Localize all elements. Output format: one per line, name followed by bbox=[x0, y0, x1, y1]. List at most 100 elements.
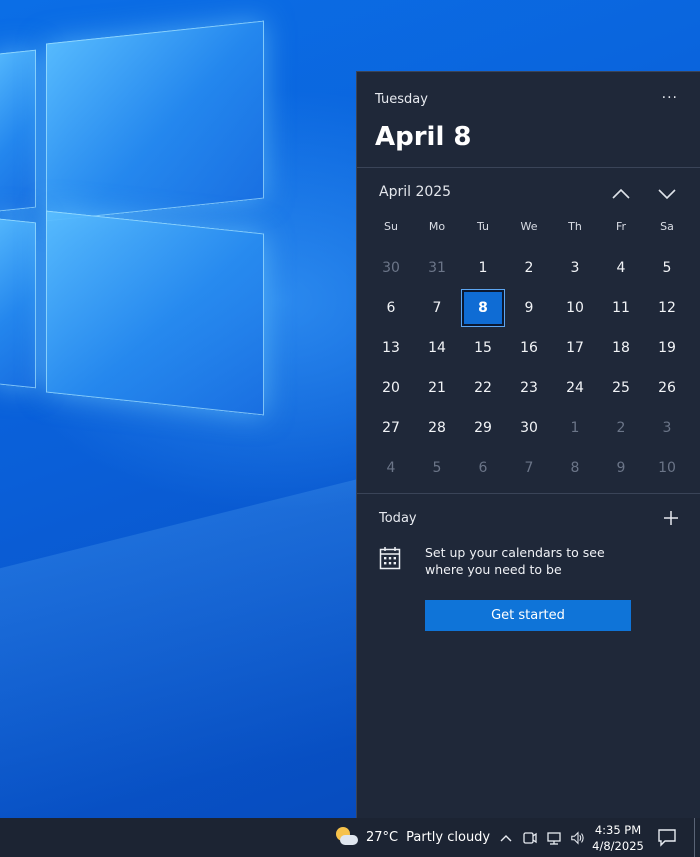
weather-widget[interactable]: 27°C Partly cloudy bbox=[334, 818, 490, 857]
calendar-day[interactable]: 6 bbox=[460, 448, 506, 488]
day-of-week-label: Mo bbox=[428, 220, 446, 233]
system-tray bbox=[498, 818, 586, 857]
calendar-day-today[interactable]: 8 bbox=[460, 288, 506, 328]
calendar-day[interactable]: 30 bbox=[368, 248, 414, 288]
calendar-day[interactable]: 11 bbox=[598, 288, 644, 328]
calendar-day[interactable]: 5 bbox=[414, 448, 460, 488]
calendar-day[interactable]: 10 bbox=[552, 288, 598, 328]
calendar-weeks: 30 31 1 2 3 4 5 6 7 8 9 10 11 12 13 14 15 16 17 18 19 20 21 22 2… bbox=[368, 248, 690, 488]
clock-date: 4/8/2025 bbox=[592, 839, 644, 853]
days-of-week-header: Su Mo Tu We Th Fr Sa bbox=[368, 220, 690, 242]
calendar-day[interactable]: 31 bbox=[414, 248, 460, 288]
action-center-button[interactable] bbox=[656, 827, 678, 847]
calendar-day-number: 13 bbox=[382, 340, 400, 356]
calendar-day-number: 7 bbox=[524, 460, 534, 476]
calendar-day[interactable]: 29 bbox=[460, 408, 506, 448]
calendar-week-row: 27 28 29 30 1 2 3 bbox=[368, 408, 690, 448]
calendar-day[interactable]: 16 bbox=[506, 328, 552, 368]
next-month-button[interactable] bbox=[655, 182, 679, 206]
calendar-day-number: 15 bbox=[474, 340, 492, 356]
more-options-button[interactable]: ··· bbox=[662, 90, 678, 106]
calendar-flyout: Tuesday ··· April 8 April 2025 Su Mo Tu We T… bbox=[356, 71, 700, 818]
calendar-day[interactable]: 18 bbox=[598, 328, 644, 368]
day-of-week-label: Sa bbox=[660, 220, 674, 233]
calendar-day[interactable]: 13 bbox=[368, 328, 414, 368]
calendar-day[interactable]: 20 bbox=[368, 368, 414, 408]
calendar-day[interactable]: 30 bbox=[506, 408, 552, 448]
calendar-day[interactable]: 2 bbox=[598, 408, 644, 448]
calendar-day[interactable]: 12 bbox=[644, 288, 690, 328]
add-event-button[interactable] bbox=[661, 508, 681, 528]
calendar-day[interactable]: 7 bbox=[414, 288, 460, 328]
calendar-day[interactable]: 10 bbox=[644, 448, 690, 488]
calendar-day[interactable]: 1 bbox=[460, 248, 506, 288]
calendar-day[interactable]: 19 bbox=[644, 328, 690, 368]
calendar-day[interactable]: 3 bbox=[644, 408, 690, 448]
calendar-day[interactable]: 26 bbox=[644, 368, 690, 408]
calendar-day[interactable]: 28 bbox=[414, 408, 460, 448]
windows-logo-pane-top-left bbox=[0, 49, 36, 213]
calendar-day-number: 5 bbox=[432, 460, 442, 476]
calendar-day[interactable]: 22 bbox=[460, 368, 506, 408]
calendar-day-number: 2 bbox=[616, 420, 626, 436]
calendar-day-number: 21 bbox=[428, 380, 446, 396]
calendar-icon bbox=[379, 546, 401, 570]
calendar-day[interactable]: 23 bbox=[506, 368, 552, 408]
calendar-day-number: 9 bbox=[524, 300, 534, 316]
calendar-day[interactable]: 17 bbox=[552, 328, 598, 368]
calendar-day-number: 24 bbox=[566, 380, 584, 396]
weather-condition: Partly cloudy bbox=[406, 830, 491, 845]
previous-month-button[interactable] bbox=[609, 182, 633, 206]
calendar-day[interactable]: 3 bbox=[552, 248, 598, 288]
calendar-day[interactable]: 6 bbox=[368, 288, 414, 328]
calendar-day-number: 10 bbox=[658, 460, 676, 476]
calendar-day[interactable]: 1 bbox=[552, 408, 598, 448]
month-year-label[interactable]: April 2025 bbox=[379, 184, 451, 200]
calendar-day[interactable]: 14 bbox=[414, 328, 460, 368]
calendar-day-number: 14 bbox=[428, 340, 446, 356]
calendar-day-number: 3 bbox=[662, 420, 672, 436]
weather-temperature: 27°C bbox=[366, 830, 399, 845]
calendar-day[interactable]: 9 bbox=[598, 448, 644, 488]
calendar-day[interactable]: 4 bbox=[368, 448, 414, 488]
volume-icon[interactable] bbox=[570, 830, 586, 846]
calendar-day[interactable]: 7 bbox=[506, 448, 552, 488]
calendar-day[interactable]: 21 bbox=[414, 368, 460, 408]
calendar-day[interactable]: 8 bbox=[552, 448, 598, 488]
calendar-day[interactable]: 9 bbox=[506, 288, 552, 328]
get-started-button[interactable]: Get started bbox=[425, 600, 631, 631]
calendar-day-number: 5 bbox=[662, 260, 672, 276]
taskbar-clock[interactable]: 4:35 PM 4/8/2025 bbox=[592, 822, 644, 854]
meet-now-icon[interactable] bbox=[522, 830, 538, 846]
calendar-day-number: 6 bbox=[386, 300, 396, 316]
calendar-day-number: 4 bbox=[386, 460, 396, 476]
show-hidden-icons-chevron-icon[interactable] bbox=[498, 830, 514, 846]
calendar-day[interactable]: 15 bbox=[460, 328, 506, 368]
calendar-day-number: 30 bbox=[382, 260, 400, 276]
network-icon[interactable] bbox=[546, 830, 562, 846]
calendar-grid: Su Mo Tu We Th Fr Sa 30 31 1 2 3 4 5 6 7 8 9 10 11 12 13 14 15… bbox=[368, 220, 690, 488]
show-desktop-button[interactable] bbox=[694, 818, 695, 857]
calendar-day-number: 18 bbox=[612, 340, 630, 356]
calendar-day-number: 3 bbox=[570, 260, 580, 276]
windows-logo-pane-bottom-right bbox=[46, 210, 264, 416]
calendar-day-number: 2 bbox=[524, 260, 534, 276]
today-section-label: Today bbox=[379, 511, 417, 526]
calendar-day-number: 4 bbox=[616, 260, 626, 276]
calendar-day-number: 29 bbox=[474, 420, 492, 436]
calendar-week-row: 20 21 22 23 24 25 26 bbox=[368, 368, 690, 408]
calendar-day[interactable]: 5 bbox=[644, 248, 690, 288]
calendar-day-number: 26 bbox=[658, 380, 676, 396]
calendar-day[interactable]: 2 bbox=[506, 248, 552, 288]
windows-logo-pane-top-right bbox=[46, 20, 264, 222]
calendar-day[interactable]: 27 bbox=[368, 408, 414, 448]
calendar-day[interactable]: 24 bbox=[552, 368, 598, 408]
calendar-day-number: 1 bbox=[570, 420, 580, 436]
date-heading[interactable]: April 8 bbox=[375, 122, 472, 152]
divider bbox=[357, 493, 700, 494]
calendar-day[interactable]: 25 bbox=[598, 368, 644, 408]
calendar-day-number: 22 bbox=[474, 380, 492, 396]
day-of-week-label: We bbox=[520, 220, 538, 233]
calendar-day-number: 28 bbox=[428, 420, 446, 436]
calendar-day[interactable]: 4 bbox=[598, 248, 644, 288]
